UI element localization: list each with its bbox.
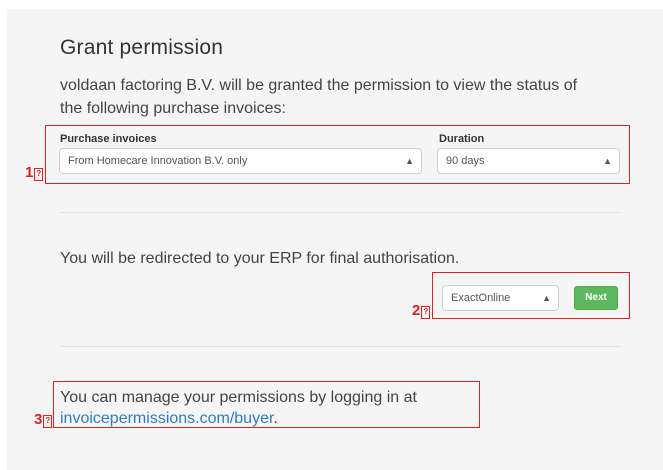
duration-select[interactable]: 90 days ▲ [437, 148, 620, 174]
section-divider [60, 212, 621, 213]
permissions-link[interactable]: invoicepermissions.com/buyer [60, 410, 273, 427]
redirect-text: You will be redirected to your ERP for f… [60, 250, 460, 267]
annotation-glyph: ? [34, 168, 44, 181]
annotation-marker-3: 3? [34, 411, 53, 428]
select-arrows-icon: ▲ [405, 156, 414, 166]
page-title: Grant permission [60, 36, 224, 59]
duration-value: 90 days [446, 155, 485, 167]
annotation-glyph: ? [43, 415, 53, 428]
annotation-glyph: ? [421, 306, 431, 319]
manage-permissions-text: You can manage your permissions by loggi… [60, 387, 480, 429]
annotation-number: 3 [34, 411, 43, 428]
annotation-number: 2 [412, 302, 421, 319]
manage-text: You can manage your permissions by loggi… [60, 389, 417, 406]
section-divider [60, 346, 621, 347]
manage-period: . [273, 410, 278, 427]
annotation-marker-2: 2? [412, 302, 431, 319]
next-button[interactable]: Next [574, 286, 618, 310]
duration-label: Duration [439, 133, 485, 145]
purchase-invoices-label: Purchase invoices [60, 133, 157, 145]
annotation-marker-1: 1? [25, 164, 44, 181]
purchase-invoices-value: From Homecare Innovation B.V. only [68, 155, 248, 167]
erp-select[interactable]: ExactOnline ▲ [442, 285, 559, 311]
select-arrows-icon: ▲ [603, 156, 612, 166]
permission-description: voldaan factoring B.V. will be granted t… [60, 77, 578, 117]
purchase-invoices-select[interactable]: From Homecare Innovation B.V. only ▲ [59, 148, 422, 174]
annotation-number: 1 [25, 164, 34, 181]
erp-value: ExactOnline [451, 292, 511, 304]
select-arrows-icon: ▲ [542, 293, 551, 303]
